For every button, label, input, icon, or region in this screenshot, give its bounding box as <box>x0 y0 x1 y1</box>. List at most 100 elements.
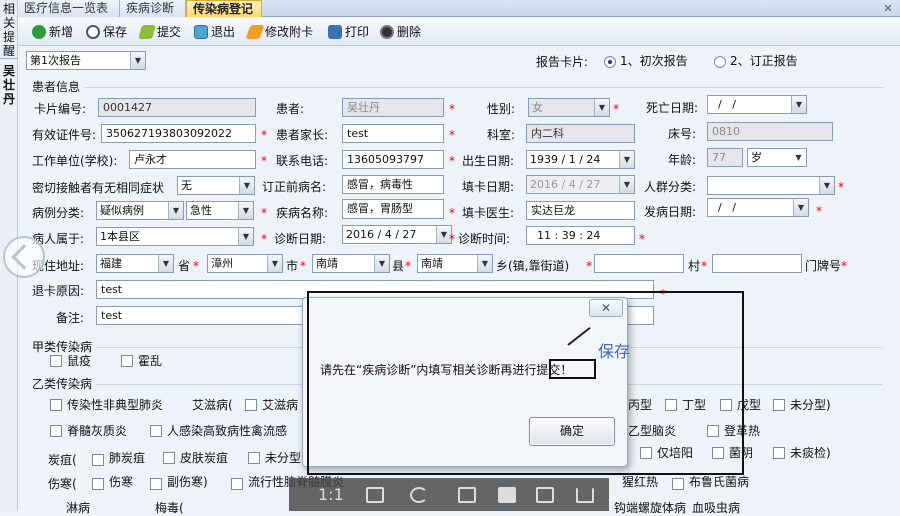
chevron-down-icon: ▼ <box>619 176 634 193</box>
pen-icon <box>138 25 156 39</box>
diag-time-field[interactable]: 11 : 39 : 24 <box>526 226 635 245</box>
report-number-select[interactable]: 第1次报告 ▼ <box>26 51 146 70</box>
save-icon[interactable] <box>458 487 476 503</box>
case-acute-select[interactable]: 急性 ▼ <box>186 201 254 220</box>
annotation-frame <box>307 291 744 475</box>
skin-anthrax-checkbox[interactable] <box>163 452 175 464</box>
polio-checkbox[interactable] <box>50 425 62 437</box>
fill-date-picker[interactable]: 2016 / 4 / 27 ▼ <box>526 175 635 194</box>
meningitis-checkbox[interactable] <box>231 478 243 490</box>
phone-label: 联系电话: <box>276 154 329 168</box>
aids-checkbox[interactable] <box>245 399 257 411</box>
exit-button[interactable]: 退出 <box>194 23 235 41</box>
parent-field[interactable]: test <box>342 124 444 143</box>
save-button[interactable]: 保存 <box>86 23 127 41</box>
id-field[interactable]: 350627193803092022 <box>101 124 256 143</box>
exit-icon <box>194 25 208 39</box>
sars-label: 传染性非典型肺炎 <box>67 398 164 412</box>
county-unit-label: 县 <box>392 259 405 273</box>
syphilis-group-label: 梅毒( <box>155 501 184 515</box>
contact-label: 密切接触者有无相同症状 <box>32 181 165 195</box>
case-type-select[interactable]: 疑似病例 ▼ <box>96 201 184 220</box>
no-sputum-checkbox[interactable] <box>773 447 785 459</box>
chevron-left-icon <box>11 244 37 270</box>
work-field[interactable]: 卢永才 <box>129 150 256 169</box>
county-select[interactable]: 南靖 ▼ <box>312 254 390 273</box>
avian-flu-label: 人感染高致病性禽流感 <box>167 424 288 438</box>
section-divider <box>84 87 884 88</box>
plague-checkbox[interactable] <box>50 355 62 367</box>
diag-time-label: 诊断时间: <box>458 232 511 246</box>
age-unit-select[interactable]: 岁 ▼ <box>747 148 807 167</box>
tab-medical-info[interactable]: 医疗信息一览表 <box>18 0 120 17</box>
tab-diagnosis[interactable]: 疾病诊断 <box>120 0 186 17</box>
sars-checkbox[interactable] <box>50 399 62 411</box>
disease-field[interactable]: 感冒，胃肠型 <box>342 199 444 219</box>
brucellosis-label: 布鲁氏菌病 <box>689 475 750 489</box>
chevron-down-icon: ▼ <box>793 199 808 216</box>
street-field[interactable] <box>594 254 684 273</box>
sidebar-tab-label[interactable]: 相关提醒 <box>2 2 16 58</box>
hep-unknown-label: 未分型) <box>790 398 831 412</box>
print-icon <box>328 25 342 39</box>
chevron-down-icon: ▼ <box>791 149 806 166</box>
fit-window-icon[interactable] <box>366 487 384 503</box>
initial-report-radio[interactable] <box>604 56 616 68</box>
death-date-picker[interactable]: / / ▼ <box>707 95 807 114</box>
anthrax-unknown-label: 未分型 <box>265 451 302 465</box>
doctor-field[interactable]: 实达巨龙 <box>526 201 635 220</box>
crowd-select[interactable]: ▼ <box>707 176 835 195</box>
city-select[interactable]: 漳州 ▼ <box>207 254 283 273</box>
modify-card-button[interactable]: 修改附卡 <box>245 23 313 41</box>
rotate-icon[interactable] <box>410 487 428 503</box>
patient-field[interactable]: 吴壮丹 <box>342 98 444 117</box>
cholera-checkbox[interactable] <box>121 355 133 367</box>
tab-infectious-registration[interactable]: 传染病登记 <box>186 0 262 17</box>
brucellosis-checkbox[interactable] <box>672 478 684 490</box>
hep-unknown-checkbox[interactable] <box>773 399 785 411</box>
onset-date-picker[interactable]: / / ▼ <box>707 198 809 217</box>
crop-icon[interactable] <box>536 487 554 503</box>
doctor-label: 填卡医生: <box>462 206 515 220</box>
paratyphoid-checkbox[interactable] <box>150 478 162 490</box>
annotation-text: 保存 <box>598 342 631 361</box>
initial-report-label: 1、初次报告 <box>620 54 688 68</box>
typhoid-group-label: 伤寒( <box>48 477 77 491</box>
chevron-down-icon: ▼ <box>239 177 254 194</box>
actual-size-button[interactable]: 1:1 <box>318 485 344 504</box>
print-button[interactable]: 打印 <box>328 23 369 41</box>
avian-flu-checkbox[interactable] <box>150 425 162 437</box>
town-select[interactable]: 南靖 ▼ <box>417 254 493 273</box>
birth-date-picker[interactable]: 1939 / 1 / 24 ▼ <box>526 150 635 169</box>
star-icon[interactable] <box>498 487 516 503</box>
plague-label: 鼠疫 <box>67 354 92 368</box>
delete-button[interactable]: 删除 <box>380 23 421 41</box>
belong-select[interactable]: 1本县区 ▼ <box>96 227 254 246</box>
diag-date-label: 诊断日期: <box>274 232 327 246</box>
dept-field[interactable]: 内二科 <box>526 124 635 143</box>
town-unit-label: 乡(镇,靠街道) <box>496 259 570 273</box>
contact-select[interactable]: 无 ▼ <box>177 176 255 195</box>
new-button[interactable]: 新增 <box>32 23 73 41</box>
share-icon[interactable] <box>576 487 594 503</box>
province-select[interactable]: 福建 ▼ <box>96 254 174 273</box>
anthrax-unknown-checkbox[interactable] <box>248 452 260 464</box>
prev-disease-field[interactable]: 感冒，病毒性 <box>342 175 444 194</box>
previous-arrow-button[interactable] <box>3 236 45 278</box>
close-icon[interactable]: ✕ <box>882 3 894 15</box>
pulmonary-anthrax-label: 肺炭疽 <box>109 451 146 465</box>
bed-field[interactable]: 0810 <box>707 122 833 141</box>
diag-date-picker[interactable]: 2016 / 4 / 27 ▼ <box>342 225 452 244</box>
chevron-down-icon: ▼ <box>791 96 806 113</box>
typhoid-checkbox[interactable] <box>92 478 104 490</box>
village-field[interactable] <box>712 254 802 273</box>
correct-report-radio[interactable] <box>714 56 726 68</box>
gender-select[interactable]: 女 ▼ <box>528 98 610 117</box>
pulmonary-anthrax-checkbox[interactable] <box>92 454 104 466</box>
card-no-field[interactable]: 0001427 <box>98 98 256 117</box>
remark-label: 备注: <box>56 311 85 325</box>
age-field[interactable]: 77 <box>707 148 743 167</box>
edit-icon <box>245 25 265 39</box>
submit-button[interactable]: 提交 <box>138 23 181 41</box>
phone-field[interactable]: 13605093797 <box>342 150 444 169</box>
